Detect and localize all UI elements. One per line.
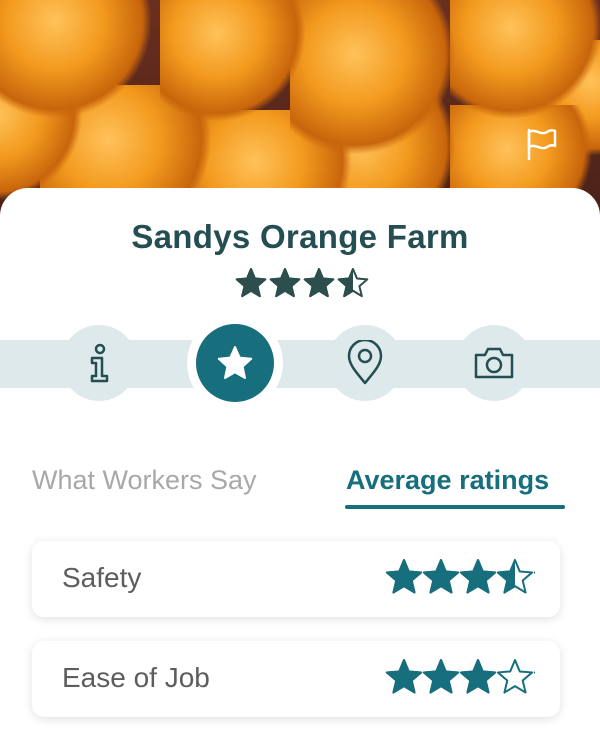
rating-stars [385,659,535,694]
nav-photos-button[interactable] [456,325,532,401]
star-icon [459,659,497,694]
star-icon [422,659,460,694]
star-icon [303,268,335,298]
rating-card-safety: Safety [32,541,560,617]
overall-rating-stars [235,268,369,298]
star-icon [269,268,301,298]
tab-average-ratings[interactable]: Average ratings [346,463,549,497]
rating-stars [385,559,535,594]
star-icon [337,268,369,298]
star-icon [496,659,534,694]
star-icon [422,559,460,594]
star-icon [385,659,423,694]
tab-what-workers-say[interactable]: What Workers Say [32,463,257,497]
rating-card-ease-of-job: Ease of Job [32,641,560,717]
star-icon [385,559,423,594]
rating-label: Ease of Job [62,662,210,693]
nav-location-button[interactable] [327,325,403,401]
star-icon [235,268,267,298]
rating-label: Safety [62,562,142,593]
nav-info-button[interactable] [61,325,137,401]
location-pin-icon [347,340,383,385]
hero-oranges-image [0,0,600,215]
star-icon [496,559,534,594]
flag-icon[interactable] [524,126,560,162]
camera-icon [474,347,514,379]
info-icon [90,343,109,383]
star-icon [217,346,253,379]
farm-title: Sandys Orange Farm [131,218,469,255]
star-icon [459,559,497,594]
active-tab-indicator [345,505,565,509]
nav-ratings-button[interactable] [187,315,283,411]
